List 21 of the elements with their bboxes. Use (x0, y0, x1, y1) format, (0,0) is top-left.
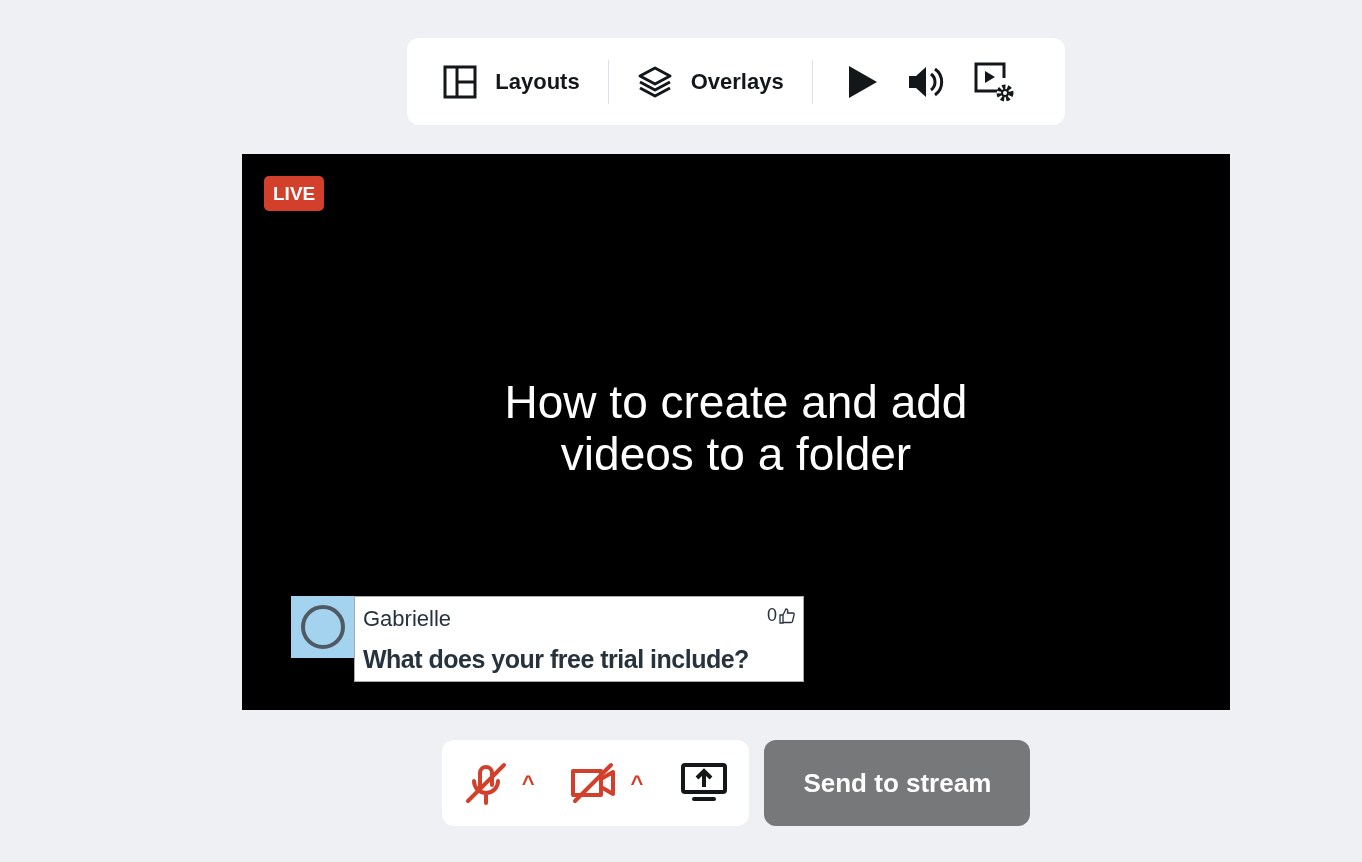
share-screen-button[interactable] (681, 763, 728, 803)
layout-icon (443, 64, 478, 99)
avatar-icon (298, 603, 347, 651)
thumbs-up-icon (779, 607, 795, 624)
live-badge: LIVE (264, 176, 325, 211)
layers-icon (636, 64, 673, 99)
overlays-button[interactable]: Overlays (636, 64, 784, 99)
comment-author: Gabrielle (363, 605, 452, 633)
like-count: 0 (767, 604, 777, 627)
video-camera-off-icon (568, 761, 617, 805)
screen-share-icon (681, 763, 728, 803)
caret-icon: ^ (630, 766, 644, 800)
play-icon (846, 63, 879, 100)
video-settings-icon (972, 60, 1015, 103)
layouts-button[interactable]: Layouts (443, 64, 580, 99)
microphone-button[interactable]: ^ (463, 761, 535, 805)
caret-icon: ^ (521, 766, 535, 800)
comment-text: What does your free trial include? (363, 644, 750, 675)
camera-button[interactable]: ^ (568, 761, 644, 805)
muted-microphone-icon (463, 761, 508, 805)
slide-title: How to create and add videos to a folder (503, 376, 969, 480)
